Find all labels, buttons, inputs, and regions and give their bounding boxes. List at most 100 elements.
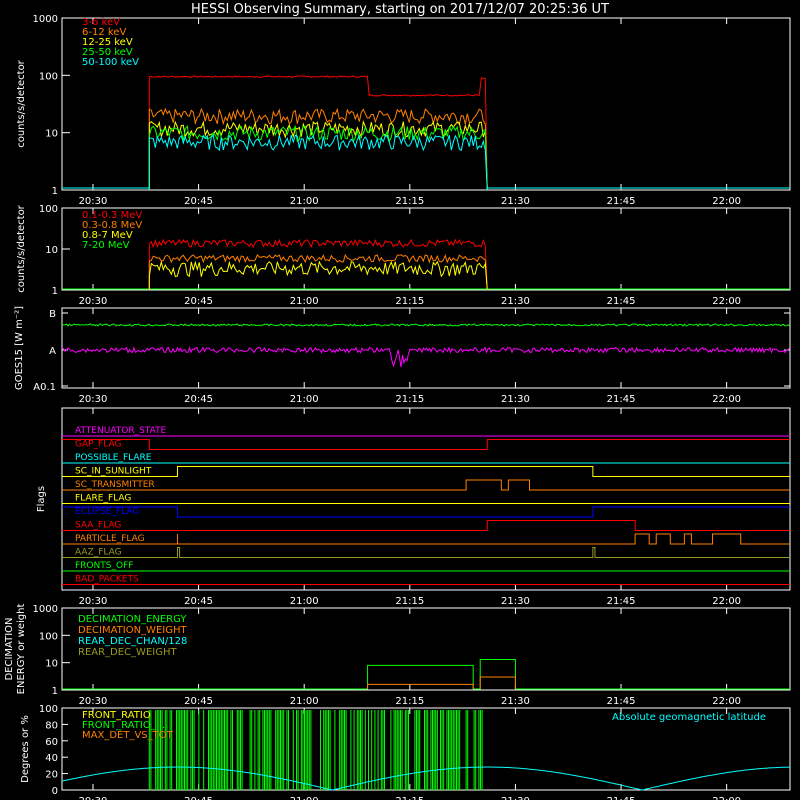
time-tick-label: 21:00 [290,296,319,307]
time-tick-label: 20:30 [79,394,108,405]
flag-line [62,506,790,518]
y-tick-label: 100 [39,71,58,82]
time-tick-label: 21:45 [607,394,636,405]
legend-entry: Absolute geomagnetic latitude [612,712,766,723]
y-tick-label: 0 [52,786,58,797]
time-tick-label: 21:30 [501,796,530,800]
plot-title: HESSI Observing Summary, starting on 201… [191,2,609,17]
y-tick-label: 10 [45,659,58,670]
time-tick-label: 21:00 [290,696,319,707]
y-tick-label: 40 [45,753,58,764]
plot-content: 20:30 20:45 21:00 21:15 21:30 21:45 22:00 20:30… [4,14,790,800]
panel-frame [61,207,791,291]
time-tick-label: 21:45 [607,196,636,207]
flag-label: BAD_PACKETS [75,575,139,585]
y-tick-label: 1 [52,286,58,297]
time-tick-label: 21:15 [395,196,424,207]
series-line [148,124,488,191]
flag-label: SC_IN_SUNLIGHT [75,467,152,477]
y-axis-label: Flags [36,486,47,512]
y-axis-label: GOES15 [W m⁻²] [14,306,25,390]
y-tick-label: 10 [45,245,58,256]
panel-frame [61,17,791,191]
legend-entry: DECIMATION_ENERGY [78,614,187,625]
legend-entry: DECIMATION_WEIGHT [78,625,187,636]
flag-label: FLARE_FLAG [75,494,131,504]
time-tick-label: 21:00 [290,796,319,800]
legend-entry: MAX_DET_VS_TOT [82,730,174,741]
flag-label: GAP_FLAG [75,440,121,450]
series-line [148,134,488,191]
flag-label: AAZ_FLAG [75,548,122,558]
y-tick-label: 1000 [33,604,58,615]
time-tick-label: 21:00 [290,196,319,207]
y-tick-label: A [49,346,56,357]
series-line [61,323,790,327]
time-tick-label: 21:00 [290,596,319,607]
time-tick-label: 21:30 [501,596,530,607]
flag-label: POSSIBLE_FLARE [75,453,152,463]
y-tick-label: 80 [45,720,58,731]
time-tick-label: 22:00 [712,696,741,707]
y-tick-label: A0.1 [33,382,56,393]
time-tick-label: 21:45 [607,696,636,707]
flag-line [62,466,790,477]
y-axis-label: counts/s/detector [16,204,27,292]
time-tick-label: 21:45 [607,296,636,307]
time-tick-label: 21:45 [607,796,636,800]
time-tick-label: 22:00 [712,596,741,607]
y-tick-label: 1 [52,686,58,697]
flag-label: PARTICLE_FLAG [75,534,145,544]
y-axis-label: DECIMATION [4,617,15,680]
y-tick-label: 100 [39,631,58,642]
flag-label: ATTENUATOR_STATE [75,426,167,436]
y-axis-label: Degrees or % [20,715,31,783]
flag-line [62,547,790,558]
time-tick-label: 21:15 [395,296,424,307]
flag-label: SC_TRANSMITTER [75,480,155,490]
series-line [367,676,516,689]
time-tick-label: 21:15 [395,696,424,707]
y-axis-label: ENERGY or weight [16,604,27,695]
time-tick-label: 20:30 [79,196,108,207]
time-tick-label: 21:45 [607,596,636,607]
y-tick-label: 1 [52,186,58,197]
y-tick-label: 1000 [33,14,58,25]
series-line [148,107,488,191]
legend-entry: REAR_DEC_WEIGHT [78,647,177,658]
y-tick-label: 100 [39,204,58,215]
time-tick-label: 21:30 [501,296,530,307]
time-tick-label: 20:45 [184,796,213,800]
time-tick-label: 20:45 [184,296,213,307]
time-tick-label: 22:00 [712,196,741,207]
time-tick-label: 21:15 [395,596,424,607]
flag-label: FRONTS_OFF [75,561,133,571]
y-tick-label: 60 [45,737,58,748]
time-tick-label: 20:30 [79,296,108,307]
flag-line [62,439,790,450]
y-axis-label: counts/s/detector [16,59,27,147]
legend-entry: 50-100 keV [82,57,139,68]
time-tick-label: 21:30 [501,696,530,707]
time-tick-label: 22:00 [712,296,741,307]
time-tick-label: 22:00 [712,394,741,405]
time-tick-label: 21:15 [395,394,424,405]
time-tick-label: 20:30 [79,796,108,800]
flag-label: SAA_FLAG [75,521,121,531]
flag-line [62,479,790,491]
y-tick-label: B [49,309,56,320]
y-tick-label: 20 [45,770,58,781]
flag-line [62,520,790,531]
time-tick-label: 20:45 [184,696,213,707]
time-tick-label: 21:15 [395,796,424,800]
legend-entry: REAR_DEC_CHAN/128 [78,636,187,647]
time-tick-label: 20:30 [79,696,108,707]
flag-label: ECLIPSE_FLAG [75,507,139,517]
y-tick-label: 100 [39,704,58,715]
series-line [61,346,790,368]
y-tick-label: 10 [45,129,58,140]
flag-line [62,533,790,545]
series-line [148,253,488,291]
time-tick-label: 22:00 [712,796,741,800]
time-tick-label: 20:45 [184,196,213,207]
